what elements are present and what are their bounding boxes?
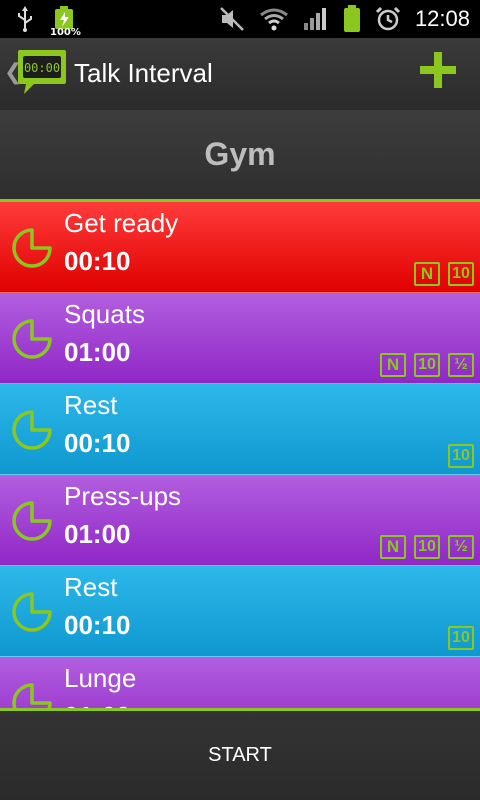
timer-icon (12, 410, 52, 450)
countdown-badge-icon: 10 (448, 626, 474, 650)
notification-badge-icon: N (380, 535, 406, 559)
interval-name: Lunge (64, 663, 137, 693)
interval-row[interactable]: Rest 00:10 10 (0, 384, 480, 475)
timer-icon (12, 592, 52, 632)
timer-icon (12, 501, 52, 541)
interval-name: Rest (64, 390, 118, 420)
action-bar: ❮ 00:00 Talk Interval (0, 38, 480, 111)
countdown-badge-icon: 10 (414, 353, 440, 377)
interval-list[interactable]: Get ready 00:10 N 10 Squats 01:00 N 10 ½ Rest 00:1… (0, 202, 480, 708)
notification-badge-icon: N (380, 353, 406, 377)
interval-row[interactable]: Squats 01:00 N 10 ½ (0, 293, 480, 384)
usb-icon (18, 6, 32, 32)
interval-badges: 10 (448, 444, 474, 468)
interval-duration: 00:10 (64, 610, 131, 640)
status-bar: 100% 12:08 (0, 0, 480, 38)
interval-duration: 00:10 (64, 428, 131, 458)
interval-badges: 10 (448, 626, 474, 650)
halfway-badge-icon: ½ (448, 535, 474, 559)
notification-badge-icon: N (414, 262, 440, 286)
timer-icon (12, 319, 52, 359)
app-logo-icon[interactable]: 00:00 (16, 46, 68, 98)
interval-badges: N 10 ½ (380, 535, 474, 559)
interval-badges: N 10 (414, 262, 474, 286)
timer-icon (12, 228, 52, 268)
interval-badges: N 10 ½ (380, 353, 474, 377)
interval-row[interactable]: Lunge01:00N10½ (0, 657, 480, 708)
battery-status-small: 100% (50, 6, 81, 38)
interval-duration: 01:00 (64, 519, 131, 549)
interval-duration: 01:00 (64, 337, 131, 367)
countdown-badge-icon: 10 (448, 444, 474, 468)
countdown-badge-icon: 10 (414, 535, 440, 559)
countdown-badge-icon: 10 (448, 262, 474, 286)
wifi-icon (260, 8, 288, 31)
interval-duration: 00:10 (64, 246, 131, 276)
interval-row[interactable]: Rest 00:10 10 (0, 566, 480, 657)
workout-header: Gym (0, 110, 480, 200)
interval-name: Rest (64, 572, 118, 602)
mute-icon (220, 7, 244, 31)
add-interval-icon[interactable] (418, 50, 458, 90)
halfway-badge-icon: ½ (448, 353, 474, 377)
timer-icon (12, 683, 52, 708)
app-title: Talk Interval (74, 58, 213, 88)
svg-text:00:00: 00:00 (24, 61, 60, 75)
interval-duration: 01:00 (64, 701, 131, 708)
interval-name: Press-ups (64, 481, 182, 511)
interval-name: Get ready (64, 208, 179, 238)
interval-row[interactable]: Get ready 00:10 N 10 (0, 202, 480, 293)
alarm-icon (375, 6, 400, 31)
battery-percent: 100% (50, 27, 81, 38)
battery-icon (343, 5, 360, 32)
signal-icon (303, 8, 326, 30)
footer-bar: START (0, 711, 480, 800)
interval-row[interactable]: Press-ups 01:00 N 10 ½ (0, 475, 480, 566)
status-clock: 12:08 (414, 6, 470, 31)
start-button[interactable]: START (0, 711, 480, 800)
workout-title: Gym (204, 136, 276, 172)
interval-name: Squats (64, 299, 145, 329)
